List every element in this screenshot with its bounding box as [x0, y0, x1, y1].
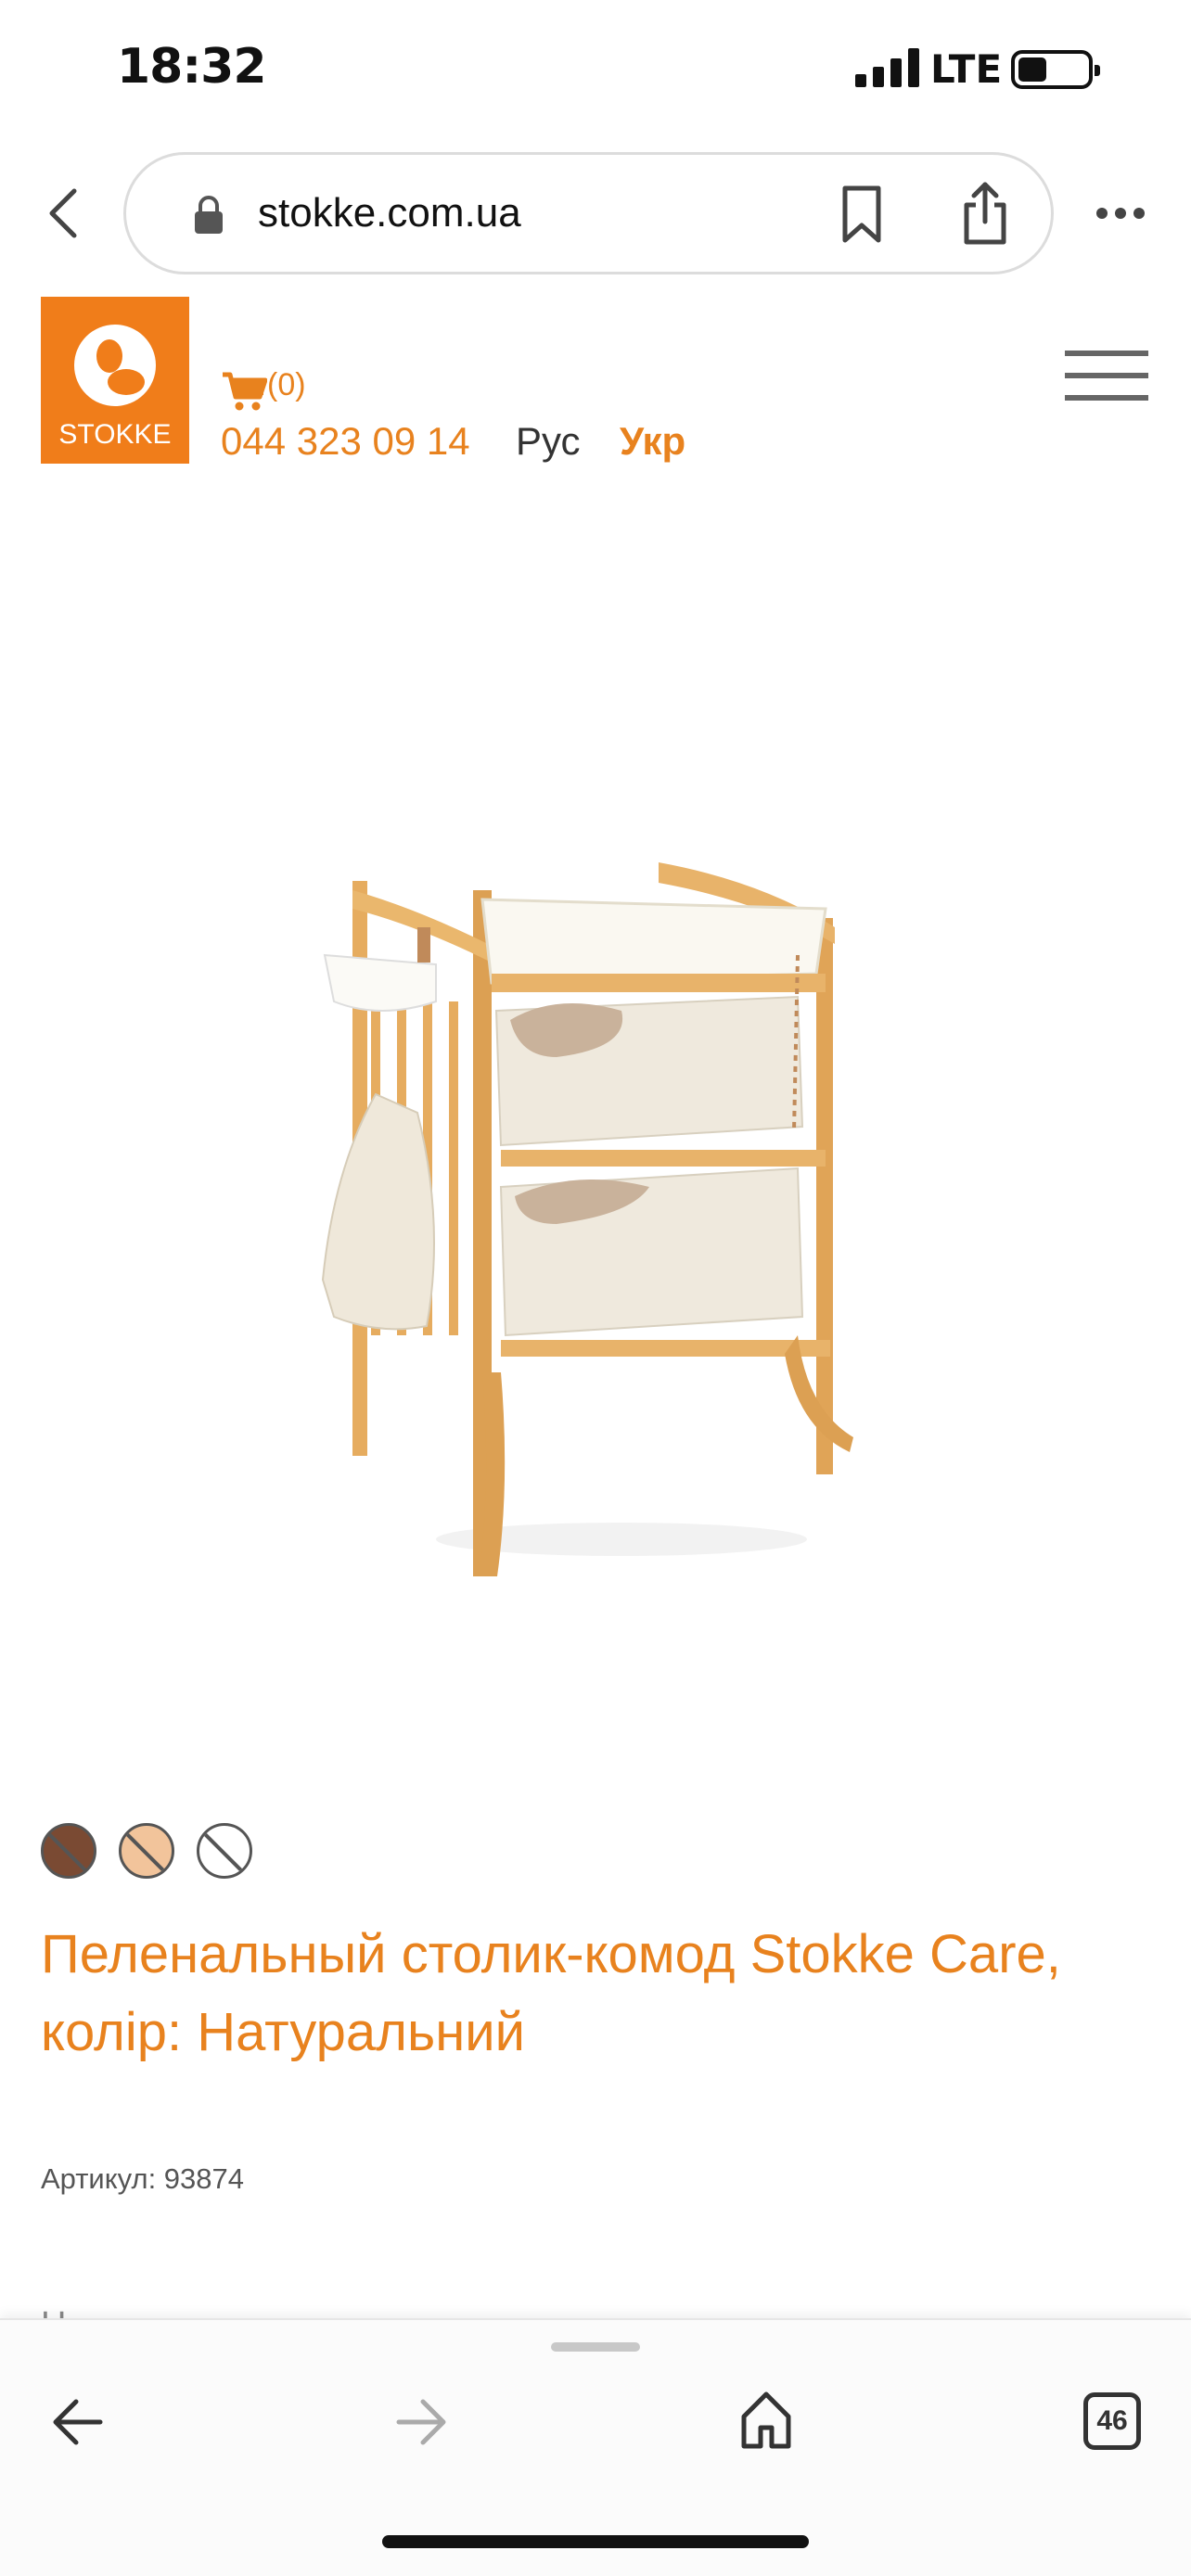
color-swatch-natural[interactable]	[119, 1823, 174, 1879]
lang-ru-link[interactable]: Рус	[516, 419, 581, 464]
battery-icon	[1011, 50, 1100, 89]
home-indicator	[382, 2535, 809, 2548]
share-icon[interactable]	[961, 181, 1009, 246]
lock-icon	[195, 196, 223, 234]
home-icon[interactable]	[738, 2389, 794, 2450]
cart-count[interactable]: (0)	[267, 367, 306, 403]
status-time: 18:32	[117, 39, 267, 95]
back-arrow-icon[interactable]	[50, 2394, 106, 2450]
address-bar[interactable]: stokke.com.ua	[123, 152, 1054, 274]
forward-arrow-icon[interactable]	[393, 2394, 449, 2450]
stokke-logo[interactable]: STOKKE	[41, 297, 189, 464]
color-swatch-walnut[interactable]	[41, 1823, 96, 1879]
logo-text: STOKKE	[58, 419, 172, 450]
more-icon[interactable]	[1095, 206, 1146, 221]
back-chevron-icon[interactable]	[43, 185, 83, 241]
bookmark-icon[interactable]	[840, 185, 883, 244]
product-sku: Артикул: 93874	[41, 2162, 244, 2195]
signal-icon	[855, 48, 920, 87]
color-swatch-white[interactable]	[197, 1823, 252, 1879]
cart-icon[interactable]	[221, 369, 267, 412]
tabs-count-button[interactable]: 46	[1083, 2392, 1141, 2450]
network-label: LTE	[930, 46, 1003, 92]
phone-link[interactable]: 044 323 09 14	[221, 419, 470, 464]
logo-mark	[74, 325, 156, 406]
lang-uk-link[interactable]: Укр	[620, 419, 685, 464]
hamburger-icon[interactable]	[1065, 351, 1148, 401]
product-title: Пеленальный столик-комод Stokke Care, ко…	[41, 1924, 1061, 2062]
product-image[interactable]	[278, 835, 928, 1576]
url-text[interactable]: stokke.com.ua	[258, 190, 521, 236]
toolbar-grabber[interactable]	[551, 2342, 640, 2352]
